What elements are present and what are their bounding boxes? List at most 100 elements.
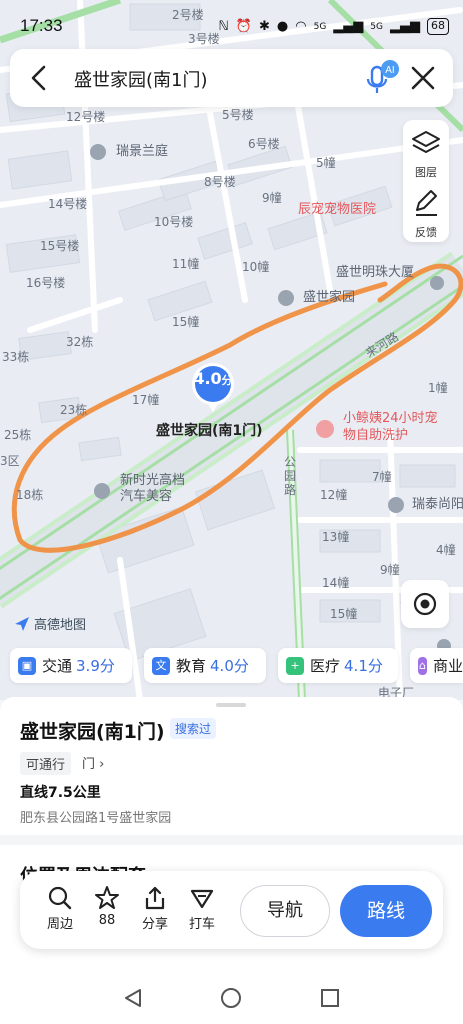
education-icon: 文 bbox=[152, 656, 170, 675]
share-icon bbox=[145, 886, 165, 910]
road-label-gongyuan: 公园路 bbox=[284, 455, 297, 497]
map-label: 23栋 bbox=[60, 403, 88, 417]
feedback-button[interactable]: 反馈 bbox=[403, 184, 449, 244]
chip-traffic[interactable]: ▣ 交通 3.9分 bbox=[10, 648, 132, 683]
location-marker[interactable]: 4.0分 bbox=[190, 362, 236, 416]
map-label: 12幢 bbox=[320, 488, 348, 502]
map-label: 14号楼 bbox=[48, 197, 88, 211]
map-label: 1幢 bbox=[428, 381, 448, 395]
poi-tower[interactable]: 盛世明珠大厦 bbox=[336, 266, 414, 280]
map-label: 5号楼 bbox=[222, 108, 254, 122]
taxi-icon bbox=[190, 889, 214, 909]
system-nav-bar bbox=[0, 970, 463, 1024]
door-label: 门 bbox=[82, 757, 96, 772]
door-link[interactable]: 门 › bbox=[82, 753, 104, 772]
locate-me-button[interactable] bbox=[401, 580, 449, 628]
taxi-label: 打车 bbox=[188, 917, 215, 932]
network-label-2: 5G bbox=[370, 21, 383, 32]
map-label: 5幢 bbox=[316, 156, 336, 170]
taxi-button[interactable]: 打车 bbox=[182, 885, 222, 932]
chip-value: 4.1分 bbox=[344, 657, 383, 675]
share-label: 分享 bbox=[141, 917, 168, 932]
nearby-button[interactable]: 周边 bbox=[40, 885, 80, 932]
amap-logo: 高德地图 bbox=[14, 614, 86, 633]
search-title[interactable]: 盛世家园(南1门) bbox=[74, 66, 208, 92]
wifi-icon: ◠ bbox=[295, 19, 307, 34]
alarm-icon: ⏰ bbox=[235, 19, 252, 34]
transit-icon: ▣ bbox=[18, 656, 36, 675]
map-label: 4幢 bbox=[436, 543, 456, 557]
poi-car-line1[interactable]: 新时光高档 bbox=[120, 474, 185, 488]
ai-badge: AI bbox=[385, 65, 394, 76]
navigate-button[interactable]: 导航 bbox=[240, 885, 330, 937]
chip-label: 交通 bbox=[42, 657, 73, 675]
map-label: 13幢 bbox=[322, 530, 350, 544]
marker-score: 4.0分 bbox=[193, 369, 233, 388]
chip-label: 教育 bbox=[176, 657, 207, 675]
map-label: 15幢 bbox=[172, 315, 200, 329]
map-label: 15幢 bbox=[330, 607, 358, 621]
nav-back-icon[interactable] bbox=[125, 989, 141, 1007]
chevron-right-icon: › bbox=[99, 757, 105, 772]
map-label: 9幢 bbox=[262, 191, 282, 205]
map-label: 10幢 bbox=[242, 260, 270, 274]
edit-pen-icon bbox=[416, 190, 437, 216]
poi-pet-hospital[interactable]: 辰宠宠物医院 bbox=[298, 203, 376, 217]
poi-car-line2[interactable]: 汽车美容 bbox=[120, 490, 172, 504]
map-label: 16号楼 bbox=[26, 276, 66, 290]
close-icon[interactable] bbox=[408, 63, 438, 93]
map-label: 14幢 bbox=[322, 576, 350, 590]
chip-value: 3.9分 bbox=[76, 657, 115, 675]
map-label: 12号楼 bbox=[66, 110, 106, 124]
share-button[interactable]: 分享 bbox=[135, 885, 175, 932]
nfc-icon: ℕ bbox=[218, 19, 229, 34]
chip-education[interactable]: 文 教育 4.0分 bbox=[144, 648, 266, 683]
chip-label: 医疗 bbox=[310, 657, 341, 675]
medical-icon: + bbox=[286, 656, 304, 675]
distance-text: 直线7.5公里 bbox=[20, 785, 101, 801]
chip-commerce[interactable]: ⌂ 商业 bbox=[410, 648, 463, 683]
layers-icon bbox=[412, 131, 440, 153]
chip-medical[interactable]: + 医疗 4.1分 bbox=[278, 648, 398, 683]
amap-logo-text: 高德地图 bbox=[34, 618, 87, 633]
favorite-button[interactable]: 88 bbox=[87, 885, 127, 928]
signal-icon-2: ▂▄▆ bbox=[390, 19, 420, 34]
map-label: 8号楼 bbox=[204, 175, 236, 189]
amap-logo-icon bbox=[15, 616, 29, 631]
map-label: 9幢 bbox=[380, 563, 400, 577]
map-label: 17幢 bbox=[132, 393, 160, 407]
map-poi-label: 瑞景兰庭 bbox=[116, 144, 169, 159]
layers-button[interactable]: 图层 bbox=[403, 124, 449, 184]
score-chips: ▣ 交通 3.9分 文 教育 4.0分 + 医疗 4.1分 ⌂ 商业 bbox=[0, 648, 463, 684]
location-icon: ● bbox=[276, 19, 289, 34]
action-bar: 周边 88 分享 打车 导航 路线 bbox=[20, 871, 443, 949]
map-label: 11幢 bbox=[172, 257, 200, 271]
map-label: 6号楼 bbox=[248, 137, 280, 151]
nav-recents-icon[interactable] bbox=[321, 989, 339, 1007]
favorite-count: 88 bbox=[98, 913, 116, 928]
map-label: 15号楼 bbox=[40, 239, 80, 253]
layers-label: 图层 bbox=[415, 166, 437, 179]
feedback-label: 反馈 bbox=[415, 226, 437, 239]
map-label: 25栋 bbox=[4, 428, 32, 442]
map-poi-label: 瑞泰尚阳 bbox=[412, 497, 463, 512]
chip-value: 4.0分 bbox=[210, 657, 249, 675]
ai-voice-icon[interactable]: AI bbox=[364, 59, 400, 97]
search-bar[interactable]: 盛世家园(南1门) AI bbox=[10, 49, 453, 107]
map-poi-label: 盛世家园 bbox=[303, 290, 356, 305]
place-name: 盛世家园(南1门) bbox=[20, 721, 165, 743]
marker-name: 盛世家园(南1门) bbox=[156, 423, 263, 439]
searched-badge: 搜索过 bbox=[170, 718, 217, 739]
drag-handle[interactable] bbox=[216, 703, 246, 707]
bluetooth-icon: ✱ bbox=[259, 19, 270, 34]
nav-home-icon[interactable] bbox=[221, 988, 241, 1008]
poi-pet-wash-line2[interactable]: 物自助洗护 bbox=[343, 429, 408, 443]
search-icon bbox=[48, 886, 72, 910]
map-label: 3区 bbox=[0, 454, 20, 468]
map-label: 18栋 bbox=[16, 488, 44, 502]
back-icon[interactable] bbox=[26, 63, 54, 93]
poi-pet-wash-line1[interactable]: 小鲸姨24小时宠 bbox=[343, 412, 438, 426]
map-label: 33栋 bbox=[2, 350, 30, 364]
map-label: 32栋 bbox=[66, 335, 94, 349]
route-button[interactable]: 路线 bbox=[340, 885, 432, 937]
